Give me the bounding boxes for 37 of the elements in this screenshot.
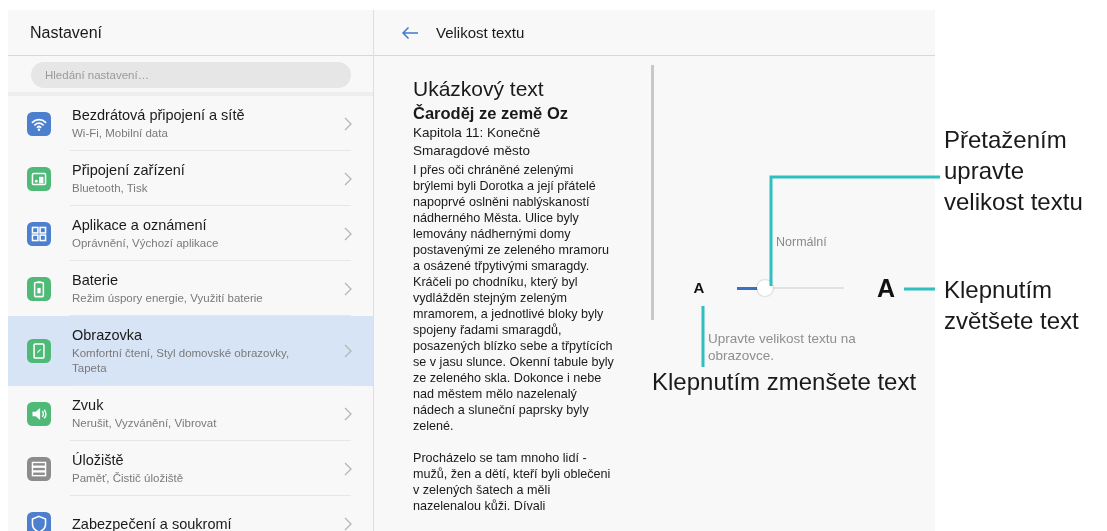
settings-item[interactable]: Obrazovka Komfortní čtení, Styl domovské obrazovky, Tapeta — [8, 316, 373, 386]
book-title: Čaroděj ze země Oz — [413, 103, 569, 124]
decrease-text-size[interactable]: A — [692, 276, 706, 300]
settings-title: Nastavení — [30, 23, 103, 42]
item-title: Úložiště — [72, 451, 125, 469]
page-title: Velikost textu — [436, 24, 525, 41]
item-title: Zvuk — [72, 396, 105, 414]
item-subtitle: Paměť, Čistič úložiště — [72, 471, 185, 486]
item-title: Baterie — [72, 271, 119, 289]
item-title: Připojení zařízení — [72, 161, 186, 179]
search-field[interactable]: Hledání nastavení… — [31, 62, 351, 88]
settings-item[interactable]: Baterie Režim úspory energie, Využití baterie — [8, 261, 373, 316]
item-title: Bezdrátová připojení a sítě — [72, 106, 246, 124]
item-title: Obrazovka — [72, 326, 144, 344]
callout-text: Klepnutím zvětšete text — [944, 275, 1080, 336]
item-subtitle: Wi-Fi, Mobilní data — [72, 126, 169, 141]
size-label: Normální — [775, 234, 828, 250]
item-subtitle: Nerušit, Vyzvánění, Vibrovat — [72, 416, 218, 431]
item-subtitle: Komfortní čtení, Styl domovské obrazovky, Tapeta — [72, 346, 291, 376]
increase-text-size[interactable]: A — [875, 276, 897, 300]
preview-paragraph: I přes oči chráněné zelenými brýlemi byli Dorotka a její přátelé napoprvé oslněni nablýskaností nádherného Města. Ulice byly lemovány nádhernými domy postavenými ze zeleného mramoru a osázené třpytivými smaragdy. Kráčeli po chodníku, který byl vydlážděn stejným zeleným mramorem, a jednotlivé bloky byly spojeny řadami smaragdů, posazených blízko sebe a třpytících se v jasu slunce. Okenní tabule byly ze zeleného skla. Dokonce i nebe nad městem mělo nazelenalý nádech a sluneční paprsky byly zelené. — [413, 162, 615, 434]
callout-text: Přetažením upravte velikost textu — [944, 125, 1084, 217]
preview-heading: Ukázkový text — [413, 76, 545, 102]
item-subtitle: Oprávnění, Výchozí aplikace — [72, 236, 220, 251]
settings-item[interactable]: Úložiště Paměť, Čistič úložiště — [8, 441, 373, 496]
settings-item[interactable]: Zvuk Nerušit, Vyzvánění, Vibrovat — [8, 386, 373, 441]
item-title: Zabezpečení a soukromí — [72, 514, 233, 531]
settings-item[interactable]: Bezdrátová připojení a sítě Wi-Fi, Mobilní data — [8, 96, 373, 151]
item-subtitle: Režim úspory energie, Využití baterie — [72, 291, 264, 306]
settings-item[interactable]: Aplikace a oznámení Oprávnění, Výchozí aplikace — [8, 206, 373, 261]
callout-text: Klepnutím zmenšete text — [652, 367, 917, 397]
chapter-title: Kapitola 11: Konečně Smaragdové město — [413, 124, 542, 160]
size-description: Upravte velikost textu na obrazovce. — [708, 330, 857, 364]
item-subtitle: Bluetooth, Tisk — [72, 181, 149, 196]
item-title: Aplikace a oznámení — [72, 216, 208, 234]
settings-item[interactable]: Připojení zařízení Bluetooth, Tisk — [8, 151, 373, 206]
preview-paragraph: Procházelo se tam mnoho lidí - mužů, žen a dětí, kteří byli oblečeni v zelených šatech a měli nazelenalou kůži. Dívali — [413, 450, 612, 514]
